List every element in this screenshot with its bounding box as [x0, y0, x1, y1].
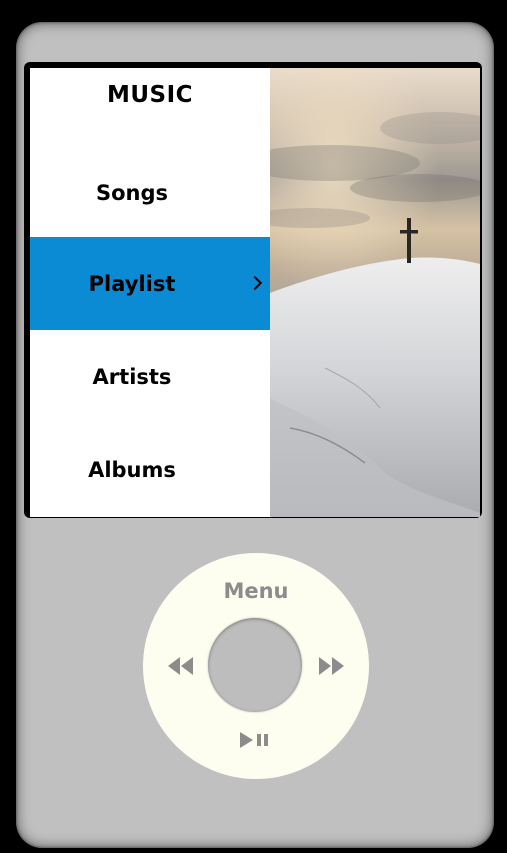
- menu-item-label: Playlist: [88, 271, 176, 296]
- chevron-right-icon: [247, 275, 263, 290]
- menu-item-artists[interactable]: Artists: [30, 330, 270, 423]
- menu-item-label: Songs: [95, 180, 169, 205]
- menu-panel: MUSIC Songs Playlist Artists Albums: [30, 68, 270, 517]
- menu-item-songs[interactable]: Songs: [30, 146, 270, 239]
- menu-item-albums[interactable]: Albums: [30, 423, 270, 516]
- album-art-image: [270, 68, 480, 517]
- menu-button[interactable]: Menu: [143, 579, 369, 603]
- menu-item-label: Artists: [92, 364, 172, 389]
- play-pause-icon[interactable]: [240, 732, 272, 748]
- menu-title: MUSIC: [106, 82, 194, 108]
- click-wheel[interactable]: Menu: [143, 553, 369, 779]
- menu-item-label: Albums: [88, 457, 176, 482]
- select-button[interactable]: [208, 618, 302, 712]
- fast-forward-icon[interactable]: [318, 657, 344, 675]
- menu-item-playlist[interactable]: Playlist: [30, 237, 270, 330]
- rewind-icon[interactable]: [168, 657, 194, 675]
